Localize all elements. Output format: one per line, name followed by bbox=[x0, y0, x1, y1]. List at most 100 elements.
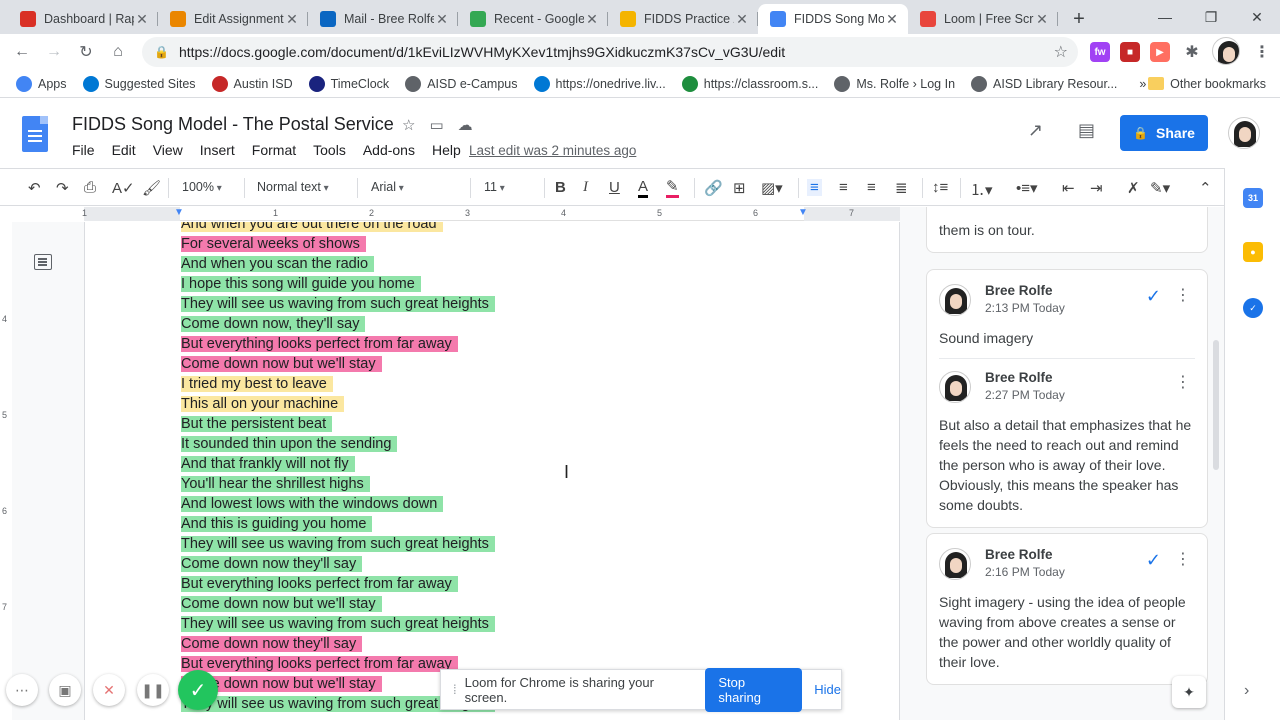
minimize-icon[interactable]: — bbox=[1142, 0, 1188, 34]
lyric-line[interactable]: They will see us waving from such great … bbox=[181, 294, 495, 314]
star-icon[interactable]: ☆ bbox=[402, 116, 415, 134]
lyric-line[interactable]: And when you are out there on the road bbox=[181, 222, 495, 234]
menu-edit[interactable]: Edit bbox=[112, 142, 136, 158]
text-color-icon[interactable]: A bbox=[638, 179, 649, 198]
document-outline-icon[interactable] bbox=[34, 254, 52, 270]
reload-icon[interactable]: ↻ bbox=[70, 36, 102, 68]
indent-marker-icon[interactable]: ▼ bbox=[174, 207, 184, 218]
lyric-line[interactable]: For several weeks of shows bbox=[181, 234, 495, 254]
bookmark-item[interactable]: AISD e-Campus bbox=[405, 75, 518, 92]
bookmark-item[interactable]: Apps bbox=[16, 75, 67, 92]
calendar-icon[interactable]: 31 bbox=[1243, 188, 1263, 208]
menu-view[interactable]: View bbox=[153, 142, 183, 158]
explore-icon[interactable]: ✦ bbox=[1172, 676, 1206, 708]
move-folder-icon[interactable]: ▭ bbox=[429, 116, 443, 134]
align-left-icon[interactable]: ≡ bbox=[807, 179, 822, 196]
loom-camera-icon[interactable]: ▣ bbox=[49, 674, 81, 706]
activity-trend-icon[interactable]: ↗ bbox=[1028, 120, 1043, 141]
clear-formatting-icon[interactable]: ✗ bbox=[1127, 179, 1140, 197]
browser-tab[interactable]: Loom | Free Scr ✕ bbox=[908, 4, 1058, 34]
lyrics-body[interactable]: And when you are out there on the road Fo… bbox=[181, 222, 495, 714]
more-options-icon[interactable]: ⋮ bbox=[1175, 286, 1191, 306]
zoom-select[interactable]: 100% bbox=[182, 180, 222, 194]
bookmark-item[interactable]: https://classroom.s... bbox=[681, 75, 818, 92]
profile-avatar[interactable] bbox=[1212, 37, 1240, 65]
tab-close-icon[interactable]: ✕ bbox=[134, 11, 150, 28]
browser-tab[interactable]: Dashboard | Rap ✕ bbox=[8, 4, 158, 34]
collapse-toolbar-icon[interactable]: ⌃ bbox=[1199, 179, 1212, 197]
lyric-line[interactable]: And when you scan the radio bbox=[181, 254, 495, 274]
paint-format-icon[interactable]: 🖌 bbox=[142, 179, 161, 197]
lyric-line[interactable]: Come down now they'll say bbox=[181, 554, 495, 574]
resolve-check-icon[interactable]: ✓ bbox=[1146, 286, 1161, 306]
editing-mode-icon[interactable]: ✎▾ bbox=[1150, 179, 1170, 197]
underline-icon[interactable]: U bbox=[609, 179, 620, 196]
menu-format[interactable]: Format bbox=[252, 142, 296, 158]
comments-scrollbar[interactable] bbox=[1213, 340, 1219, 470]
comment-thread[interactable]: Bree Rolfe 2:13 PM Today ✓ ⋮ Sound imagery Br… bbox=[926, 269, 1208, 528]
address-bar[interactable]: 🔒 https://docs.google.com/document/d/1kE… bbox=[142, 37, 1078, 67]
account-avatar[interactable] bbox=[1228, 117, 1260, 149]
lyric-line[interactable]: I hope this song will guide you home bbox=[181, 274, 495, 294]
stop-sharing-button[interactable]: Stop sharing bbox=[705, 667, 803, 712]
browser-tab[interactable]: Mail - Bree Rolfe ✕ bbox=[308, 4, 458, 34]
increase-indent-icon[interactable]: ⇥ bbox=[1090, 179, 1103, 197]
horizontal-ruler[interactable]: ▼ ▼ 1 1 2 3 4 5 6 7 bbox=[82, 207, 900, 221]
right-indent-marker-icon[interactable]: ▼ bbox=[798, 207, 808, 218]
highlight-color-icon[interactable]: ✎ bbox=[666, 179, 679, 198]
bookmark-item[interactable]: TimeClock bbox=[308, 75, 389, 92]
hide-button[interactable]: Hide bbox=[814, 682, 841, 697]
back-icon[interactable]: ← bbox=[6, 36, 38, 68]
browser-tab[interactable]: Edit Assignment ✕ bbox=[158, 4, 308, 34]
spellcheck-icon[interactable]: A✓ bbox=[112, 179, 135, 197]
justify-icon[interactable]: ≣ bbox=[895, 179, 908, 197]
lyric-line[interactable]: You'll hear the shrillest highs bbox=[181, 474, 495, 494]
lyric-line[interactable]: But everything looks perfect from far aw… bbox=[181, 574, 495, 594]
home-icon[interactable]: ⌂ bbox=[102, 36, 134, 68]
lyric-line[interactable]: It sounded thin upon the sending bbox=[181, 434, 495, 454]
loom-more-icon[interactable]: ⋯ bbox=[6, 674, 38, 706]
more-options-icon[interactable]: ⋮ bbox=[1175, 373, 1191, 393]
comment-history-icon[interactable]: ▤ bbox=[1078, 120, 1095, 141]
lyric-line[interactable]: Come down now but we'll stay bbox=[181, 354, 495, 374]
expand-side-panel-icon[interactable]: › bbox=[1244, 682, 1249, 700]
browser-tab[interactable]: Recent - Google ✕ bbox=[458, 4, 608, 34]
lock-icon[interactable]: 🔒 bbox=[154, 45, 169, 59]
bookmarks-more-icon[interactable]: » bbox=[1139, 77, 1146, 91]
tasks-icon[interactable]: ✓ bbox=[1243, 298, 1263, 318]
maximize-icon[interactable]: ❐ bbox=[1188, 0, 1234, 34]
chrome-menu-icon[interactable]: ⋮ bbox=[1252, 42, 1272, 62]
new-tab-button[interactable]: + bbox=[1064, 4, 1094, 34]
decrease-indent-icon[interactable]: ⇤ bbox=[1062, 179, 1075, 197]
bold-icon[interactable]: B bbox=[555, 179, 566, 196]
resolve-check-icon[interactable]: ✓ bbox=[1146, 550, 1161, 570]
loom-pause-icon[interactable]: ❚❚ bbox=[137, 674, 169, 706]
style-select[interactable]: Normal text bbox=[257, 180, 329, 194]
other-bookmarks[interactable]: Other bookmarks bbox=[1148, 77, 1266, 91]
lyric-line[interactable]: This all on your machine bbox=[181, 394, 495, 414]
font-select[interactable]: Arial bbox=[371, 180, 404, 194]
loom-finish-icon[interactable]: ✓ bbox=[178, 670, 218, 710]
bulleted-list-icon[interactable]: •≡▾ bbox=[1016, 179, 1038, 197]
document-page[interactable]: And when you are out there on the road Fo… bbox=[84, 222, 900, 720]
more-options-icon[interactable]: ⋮ bbox=[1175, 550, 1191, 570]
extension-icon[interactable]: ■ bbox=[1120, 42, 1140, 62]
insert-link-icon[interactable]: 🔗 bbox=[704, 179, 723, 197]
docs-logo-icon[interactable] bbox=[22, 116, 48, 152]
bookmark-item[interactable]: AISD Library Resour... bbox=[971, 75, 1117, 92]
tab-close-icon[interactable]: ✕ bbox=[434, 11, 450, 28]
italic-icon[interactable]: I bbox=[583, 179, 588, 196]
loom-extension-icon[interactable]: ▶ bbox=[1150, 42, 1170, 62]
menu-add-ons[interactable]: Add-ons bbox=[363, 142, 415, 158]
bookmark-star-icon[interactable]: ☆ bbox=[1054, 42, 1068, 62]
lyric-line[interactable]: And that frankly will not fly bbox=[181, 454, 495, 474]
last-edit-link[interactable]: Last edit was 2 minutes ago bbox=[469, 143, 636, 158]
lyric-line[interactable]: I tried my best to leave bbox=[181, 374, 495, 394]
bookmark-item[interactable]: https://onedrive.liv... bbox=[533, 75, 666, 92]
cloud-status-icon[interactable]: ☁ bbox=[458, 116, 473, 134]
lyric-line[interactable]: Come down now but we'll stay bbox=[181, 594, 495, 614]
comment-thread[interactable]: Bree Rolfe 2:16 PM Today ✓ ⋮ Sight imagery -… bbox=[926, 533, 1208, 685]
bookmark-item[interactable]: Austin ISD bbox=[211, 75, 293, 92]
undo-icon[interactable]: ↶ bbox=[28, 179, 41, 197]
align-center-icon[interactable]: ≡ bbox=[839, 179, 848, 196]
